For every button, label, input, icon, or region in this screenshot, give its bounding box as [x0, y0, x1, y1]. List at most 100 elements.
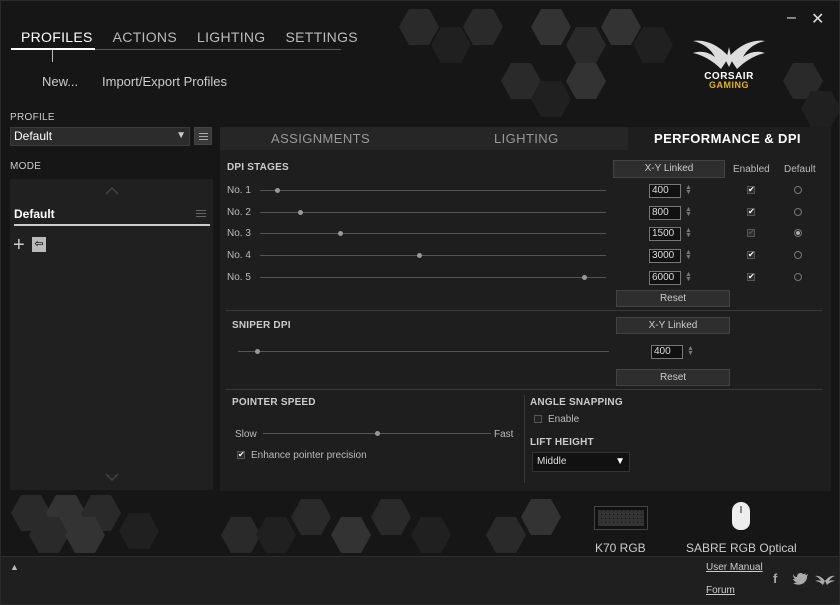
- facebook-icon[interactable]: f: [773, 571, 777, 586]
- new-profile-link[interactable]: New...: [42, 74, 78, 89]
- dpi-stage-enabled-checkbox[interactable]: ✔: [747, 229, 755, 237]
- dpi-stage-default-radio[interactable]: [794, 208, 802, 216]
- keyboard-icon[interactable]: [594, 506, 648, 530]
- sniper-xy-linked-button[interactable]: X-Y Linked: [616, 317, 730, 334]
- app-window: – ✕ PROFILES ACTIONS LIGHTING SETTINGS N…: [0, 0, 840, 605]
- dpi-stage-spinner-icon[interactable]: ▲ ▼: [685, 271, 692, 283]
- sniper-dpi-spinner-icon[interactable]: ▲ ▼: [687, 345, 694, 357]
- device-label-sabre[interactable]: SABRE RGB Optical: [686, 541, 797, 555]
- lift-height-select[interactable]: Middle ▼: [532, 452, 630, 472]
- dpi-stage-slider-track[interactable]: [260, 255, 606, 256]
- performance-panel: ASSIGNMENTS LIGHTING PERFORMANCE & DPI D…: [220, 127, 831, 491]
- dpi-stage-default-radio[interactable]: [794, 273, 802, 281]
- dpi-reset-button[interactable]: Reset: [616, 290, 730, 307]
- hex-decoration: [566, 63, 606, 99]
- scroll-up-icon[interactable]: [105, 187, 119, 195]
- dpi-stages-title: DPI STAGES: [227, 162, 289, 173]
- dpi-stage-enabled-checkbox[interactable]: ✔: [747, 186, 755, 194]
- tab-settings[interactable]: SETTINGS: [276, 29, 368, 45]
- angle-snapping-enable-label: Enable: [548, 414, 580, 425]
- tab-profiles[interactable]: PROFILES: [11, 29, 103, 45]
- device-label-k70[interactable]: K70 RGB: [595, 541, 646, 555]
- dpi-stage-slider-track[interactable]: [260, 212, 606, 213]
- import-export-link[interactable]: Import/Export Profiles: [102, 74, 227, 89]
- dpi-stage-slider-knob[interactable]: [275, 188, 280, 193]
- sniper-dpi-input[interactable]: 400: [651, 345, 683, 359]
- tab-actions[interactable]: ACTIONS: [103, 29, 187, 45]
- user-manual-link[interactable]: User Manual: [706, 562, 763, 573]
- hex-decoration: [256, 517, 296, 553]
- hex-decoration: [601, 9, 641, 45]
- hex-decoration: [521, 499, 561, 535]
- dpi-stage-default-radio[interactable]: [794, 186, 802, 194]
- dpi-stage-input[interactable]: 400: [649, 184, 681, 198]
- hex-decoration: [221, 517, 261, 553]
- hex-decoration: [371, 499, 411, 535]
- mode-section-label: MODE: [10, 161, 42, 172]
- dpi-stage-slider-track[interactable]: [260, 190, 606, 191]
- mode-item-default[interactable]: Default: [14, 207, 210, 225]
- dpi-stage-spinner-icon[interactable]: ▲ ▼: [685, 184, 692, 196]
- profile-menu-button[interactable]: [194, 127, 212, 145]
- dpi-stage-enabled-checkbox[interactable]: ✔: [747, 273, 755, 281]
- panel-tabbar: ASSIGNMENTS LIGHTING PERFORMANCE & DPI: [220, 127, 831, 150]
- sniper-dpi-slider-track[interactable]: [238, 351, 609, 352]
- lift-height-value: Middle: [537, 456, 567, 467]
- angle-snapping-checkbox[interactable]: [534, 415, 542, 423]
- twitter-icon[interactable]: [793, 572, 809, 585]
- collapse-icon[interactable]: ▲: [10, 562, 19, 572]
- add-mode-icon[interactable]: +: [13, 235, 25, 255]
- top-nav: PROFILES ACTIONS LIGHTING SETTINGS: [11, 29, 368, 45]
- default-column-header: Default: [784, 164, 816, 175]
- dpi-stage-spinner-icon[interactable]: ▲ ▼: [685, 249, 692, 261]
- import-mode-icon[interactable]: ⇦: [32, 237, 46, 252]
- dpi-stage-enabled-checkbox[interactable]: ✔: [747, 208, 755, 216]
- profile-select-value: Default: [14, 129, 53, 143]
- angle-snapping-title: ANGLE SNAPPING: [530, 397, 623, 408]
- tab-assignments[interactable]: ASSIGNMENTS: [271, 131, 370, 146]
- dpi-stage-spinner-icon[interactable]: ▲ ▼: [685, 227, 692, 239]
- mode-item-menu-icon[interactable]: [196, 210, 206, 217]
- tab-lighting[interactable]: LIGHTING: [187, 29, 276, 45]
- dpi-stage-slider-knob[interactable]: [582, 275, 587, 280]
- pointer-speed-slider-knob[interactable]: [375, 431, 380, 436]
- close-button[interactable]: ✕: [811, 9, 824, 29]
- brand-subname: GAMING: [709, 80, 749, 90]
- dpi-stage-slider-knob[interactable]: [298, 210, 303, 215]
- profile-section-label: PROFILE: [10, 112, 55, 123]
- tab-lighting-panel[interactable]: LIGHTING: [494, 131, 559, 146]
- minimize-button[interactable]: –: [787, 9, 796, 27]
- dpi-stage-slider-knob[interactable]: [338, 231, 343, 236]
- chevron-down-icon: ▼: [176, 130, 186, 141]
- mouse-icon[interactable]: [732, 502, 750, 530]
- dpi-stage-slider-knob[interactable]: [417, 253, 422, 258]
- enhance-precision-checkbox[interactable]: ✔: [237, 451, 245, 459]
- dpi-stage-input[interactable]: 6000: [649, 271, 681, 285]
- forum-link[interactable]: Forum: [706, 585, 735, 596]
- mode-panel: Default + ⇦: [10, 179, 213, 490]
- footer: ▲ User Manual Forum: [1, 556, 839, 604]
- hex-decoration: [531, 9, 571, 45]
- dpi-stage-default-radio[interactable]: [794, 229, 802, 237]
- lift-height-title: LIFT HEIGHT: [530, 437, 594, 448]
- sniper-dpi-slider-knob[interactable]: [255, 349, 260, 354]
- dpi-stage-input[interactable]: 1500: [649, 227, 681, 241]
- sniper-reset-button[interactable]: Reset: [616, 369, 730, 386]
- nav-tick: [52, 50, 53, 62]
- hex-decoration: [566, 27, 606, 63]
- dpi-stage-spinner-icon[interactable]: ▲ ▼: [685, 206, 692, 218]
- hex-decoration: [119, 513, 159, 549]
- nav-active-indicator: [11, 48, 95, 50]
- dpi-stage-default-radio[interactable]: [794, 251, 802, 259]
- profile-select[interactable]: Default ▼: [10, 127, 190, 146]
- dpi-stage-label: No. 2: [227, 207, 251, 218]
- dpi-stage-slider-track[interactable]: [260, 233, 606, 234]
- dpi-stage-input[interactable]: 800: [649, 206, 681, 220]
- dpi-stage-enabled-checkbox[interactable]: ✔: [747, 251, 755, 259]
- scroll-down-icon[interactable]: [105, 473, 119, 481]
- corsair-small-icon[interactable]: [815, 571, 835, 585]
- tab-performance-dpi[interactable]: PERFORMANCE & DPI: [654, 131, 801, 146]
- dpi-stage-input[interactable]: 3000: [649, 249, 681, 263]
- xy-linked-button[interactable]: X-Y Linked: [613, 160, 725, 178]
- dpi-stage-slider-track[interactable]: [260, 277, 606, 278]
